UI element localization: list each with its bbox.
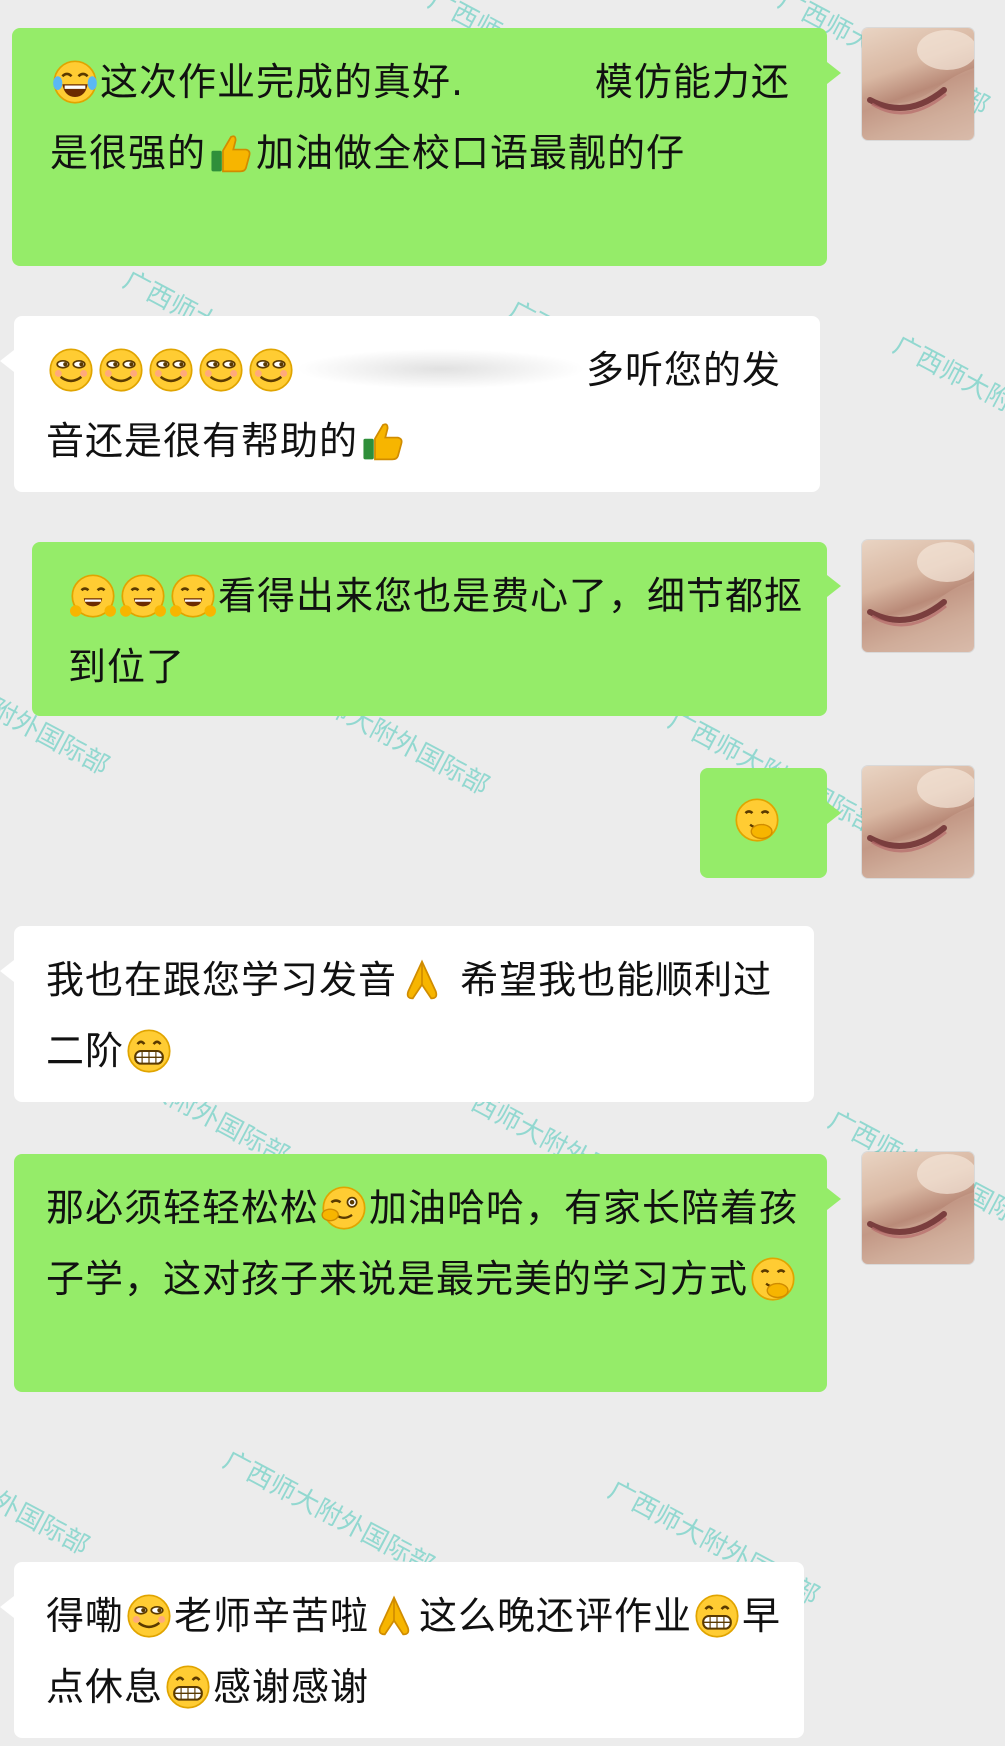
thumbs-up-icon (208, 130, 254, 194)
grin-hands-icon (70, 573, 116, 637)
redacted-region (296, 349, 586, 389)
laugh-tears-icon (52, 59, 98, 123)
bubble-tail (827, 575, 841, 597)
smirk-icon (148, 347, 194, 411)
message-text: 那必须轻轻松松 (46, 1186, 320, 1230)
big-grin-icon (165, 1664, 211, 1728)
message-bubble-outgoing[interactable]: 看得出来您也是费心了，细节都抠到位了 (32, 542, 827, 716)
smirk-icon (48, 347, 94, 411)
avatar[interactable] (862, 28, 974, 140)
watermark: 广西师大附外国际部 (888, 330, 1005, 467)
message-bubble-outgoing[interactable]: 那必须轻轻松松 加油哈哈，有家长陪着孩子学，这对孩子来说是最完美的学习方式 (14, 1154, 827, 1392)
smirk-icon (248, 347, 294, 411)
pray-icon (399, 957, 445, 1021)
smirk-icon (126, 1593, 172, 1657)
chuckle-icon (750, 1256, 796, 1320)
pray-icon (371, 1593, 417, 1657)
bubble-tail (827, 1188, 841, 1210)
message-text: 得嘞 (46, 1594, 125, 1638)
avatar[interactable] (862, 766, 974, 878)
thumbs-up-icon (360, 418, 406, 482)
smirk-icon (198, 347, 244, 411)
message-bubble-incoming[interactable]: 我也在跟您学习发音 希望我也能顺利过二阶 (14, 926, 814, 1102)
bubble-tail (0, 1596, 14, 1618)
big-grin-icon (126, 1028, 172, 1092)
bubble-tail (0, 350, 14, 372)
smirk-icon (98, 347, 144, 411)
grin-hands-icon (120, 573, 166, 637)
message-text: 加油做全校口语最靓的仔 (256, 131, 686, 175)
grin-hands-icon (170, 573, 216, 637)
watermark: 广西师大附外国际部 (0, 1425, 94, 1562)
message-bubble-incoming[interactable]: 多听您的发音还是很有帮助的 (14, 316, 820, 492)
wink-icon (321, 1185, 367, 1249)
avatar[interactable] (862, 1152, 974, 1264)
bubble-tail (827, 62, 841, 84)
big-grin-icon (694, 1593, 740, 1657)
message-bubble-outgoing[interactable] (700, 768, 827, 878)
message-text: 这么晚还评作业 (419, 1594, 693, 1638)
avatar[interactable] (862, 540, 974, 652)
bubble-tail (0, 960, 14, 982)
message-text: 老师辛苦啦 (174, 1594, 370, 1638)
message-bubble-outgoing[interactable]: 这次作业完成的真好. 模仿能力还是很强的 加油做全校口语最靓的仔 (12, 28, 827, 266)
bubble-tail (827, 802, 841, 824)
message-text: 感谢感谢 (213, 1665, 370, 1709)
chuckle-icon (734, 797, 780, 861)
message-bubble-incoming[interactable]: 得嘞 老师辛苦啦 这么晚还评作业 早点休息 感谢感谢 (14, 1562, 804, 1738)
message-text: 我也在跟您学习发音 (46, 958, 398, 1002)
